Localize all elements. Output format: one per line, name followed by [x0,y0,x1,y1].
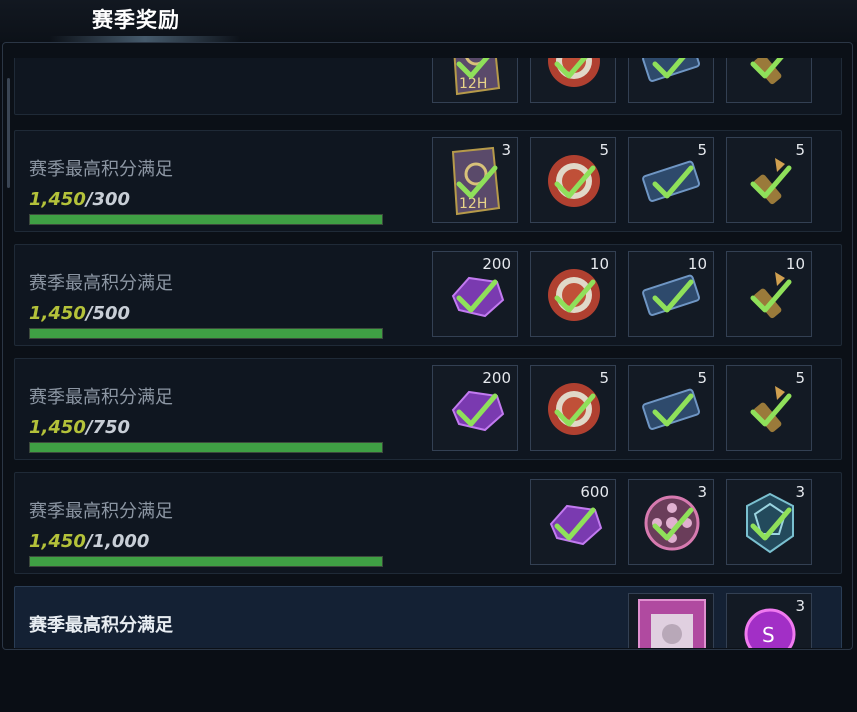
scrollbar[interactable] [7,78,10,188]
bottom-area [0,650,857,712]
reward-row: 赛季最高积分满足 S 3 [14,586,842,648]
reward-item[interactable]: 5 [628,137,714,223]
top-bar: 赛季奖励 [0,0,857,42]
item-count: 10 [589,255,609,273]
svg-text:12H: 12H [459,76,487,92]
item-count: 200 [482,369,511,387]
item-count: 5 [795,141,805,159]
reward-item[interactable]: 5 [726,365,812,451]
svg-text:S: S [762,623,775,647]
reward-item[interactable]: 200 [432,251,518,337]
item-count: 5 [697,369,707,387]
reward-item[interactable]: 12H 3 [432,137,518,223]
page-title: 赛季奖励 [92,8,180,32]
item-count: 5 [697,141,707,159]
reward-item[interactable] [628,58,714,103]
reward-items: 200 5 5 5 [15,365,841,453]
item-count: 10 [785,255,805,273]
reward-item[interactable]: 200 [432,365,518,451]
reward-row: 赛季最高积分满足 1,450/500 200 10 10 10 [14,244,842,346]
item-count: 10 [687,255,707,273]
reward-item[interactable]: 5 [530,137,616,223]
reward-item[interactable]: 10 [530,251,616,337]
item-count: 5 [795,369,805,387]
reward-item[interactable]: 5 [530,365,616,451]
reward-item[interactable]: S3 [726,593,812,648]
reward-items: 600 3 3 [15,479,841,567]
item-count: 3 [697,483,707,501]
reward-row: 1,450/10012H [14,58,842,115]
reward-item[interactable]: 5 [726,137,812,223]
item-count: 3 [795,483,805,501]
reward-item[interactable] [530,58,616,103]
reward-row: 赛季最高积分满足 1,450/1,000 600 3 3 [14,472,842,574]
item-count: 5 [599,141,609,159]
item-count: 600 [580,483,609,501]
reward-items: 200 10 10 10 [15,251,841,339]
reward-item[interactable]: 12H [432,58,518,103]
item-count: 3 [795,597,805,615]
reward-items: S3 [15,593,841,648]
reward-list[interactable]: 1,450/10012H赛季最高积分满足1,450/30012H3555赛季最高… [14,58,844,648]
reward-item[interactable] [726,58,812,103]
item-count: 3 [501,141,511,159]
svg-text:12H: 12H [459,196,487,212]
reward-row: 赛季最高积分满足 1,450/750 200 5 5 5 [14,358,842,460]
reward-row: 赛季最高积分满足 1,450/300 12H 3 5 5 5 [14,130,842,232]
reward-item[interactable]: 3 [726,479,812,565]
reward-item[interactable]: 10 [726,251,812,337]
reward-item[interactable]: 10 [628,251,714,337]
reward-item[interactable]: 600 [530,479,616,565]
reward-item[interactable]: 5 [628,365,714,451]
reward-items: 12H 3 5 5 5 [15,137,841,225]
item-count: 5 [599,369,609,387]
reward-items: 12H [15,58,841,105]
item-count: 200 [482,255,511,273]
reward-item[interactable]: 3 [628,479,714,565]
reward-item[interactable] [628,593,714,648]
